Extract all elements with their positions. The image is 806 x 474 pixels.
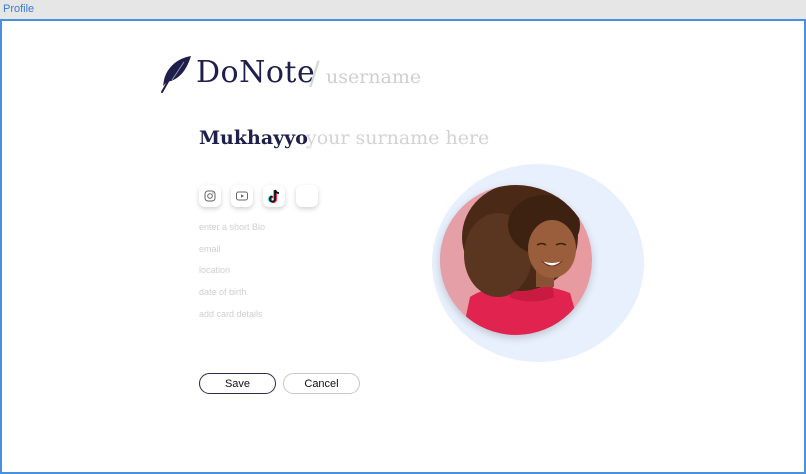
brand-separator: / xyxy=(309,54,320,92)
avatar[interactable] xyxy=(440,185,592,335)
surname-field[interactable]: your surname here xyxy=(306,127,489,149)
youtube-icon xyxy=(236,191,248,201)
window-title: Profile xyxy=(3,3,35,15)
location-field[interactable]: location xyxy=(199,265,230,275)
tiktok-button[interactable] xyxy=(263,185,285,207)
feather-icon xyxy=(161,56,191,93)
instagram-icon xyxy=(204,190,216,202)
blank-social-button[interactable] xyxy=(296,185,318,207)
card-details-field[interactable]: add card details xyxy=(199,309,263,319)
profile-photo xyxy=(440,185,592,335)
instagram-button[interactable] xyxy=(199,185,221,207)
tiktok-icon xyxy=(267,189,280,203)
cancel-button[interactable]: Cancel xyxy=(283,373,360,394)
email-field[interactable]: email xyxy=(199,244,221,254)
window-titlebar: Profile xyxy=(0,0,806,20)
bio-field[interactable]: enter a short Bio xyxy=(199,222,265,232)
save-button[interactable]: Save xyxy=(199,373,276,394)
brand-name: DoNote xyxy=(196,55,316,90)
username-field[interactable]: username xyxy=(326,66,421,88)
first-name[interactable]: Mukhayyo xyxy=(199,127,308,149)
youtube-button[interactable] xyxy=(231,185,253,207)
date-of-birth-field[interactable]: date of birth xyxy=(199,287,247,297)
